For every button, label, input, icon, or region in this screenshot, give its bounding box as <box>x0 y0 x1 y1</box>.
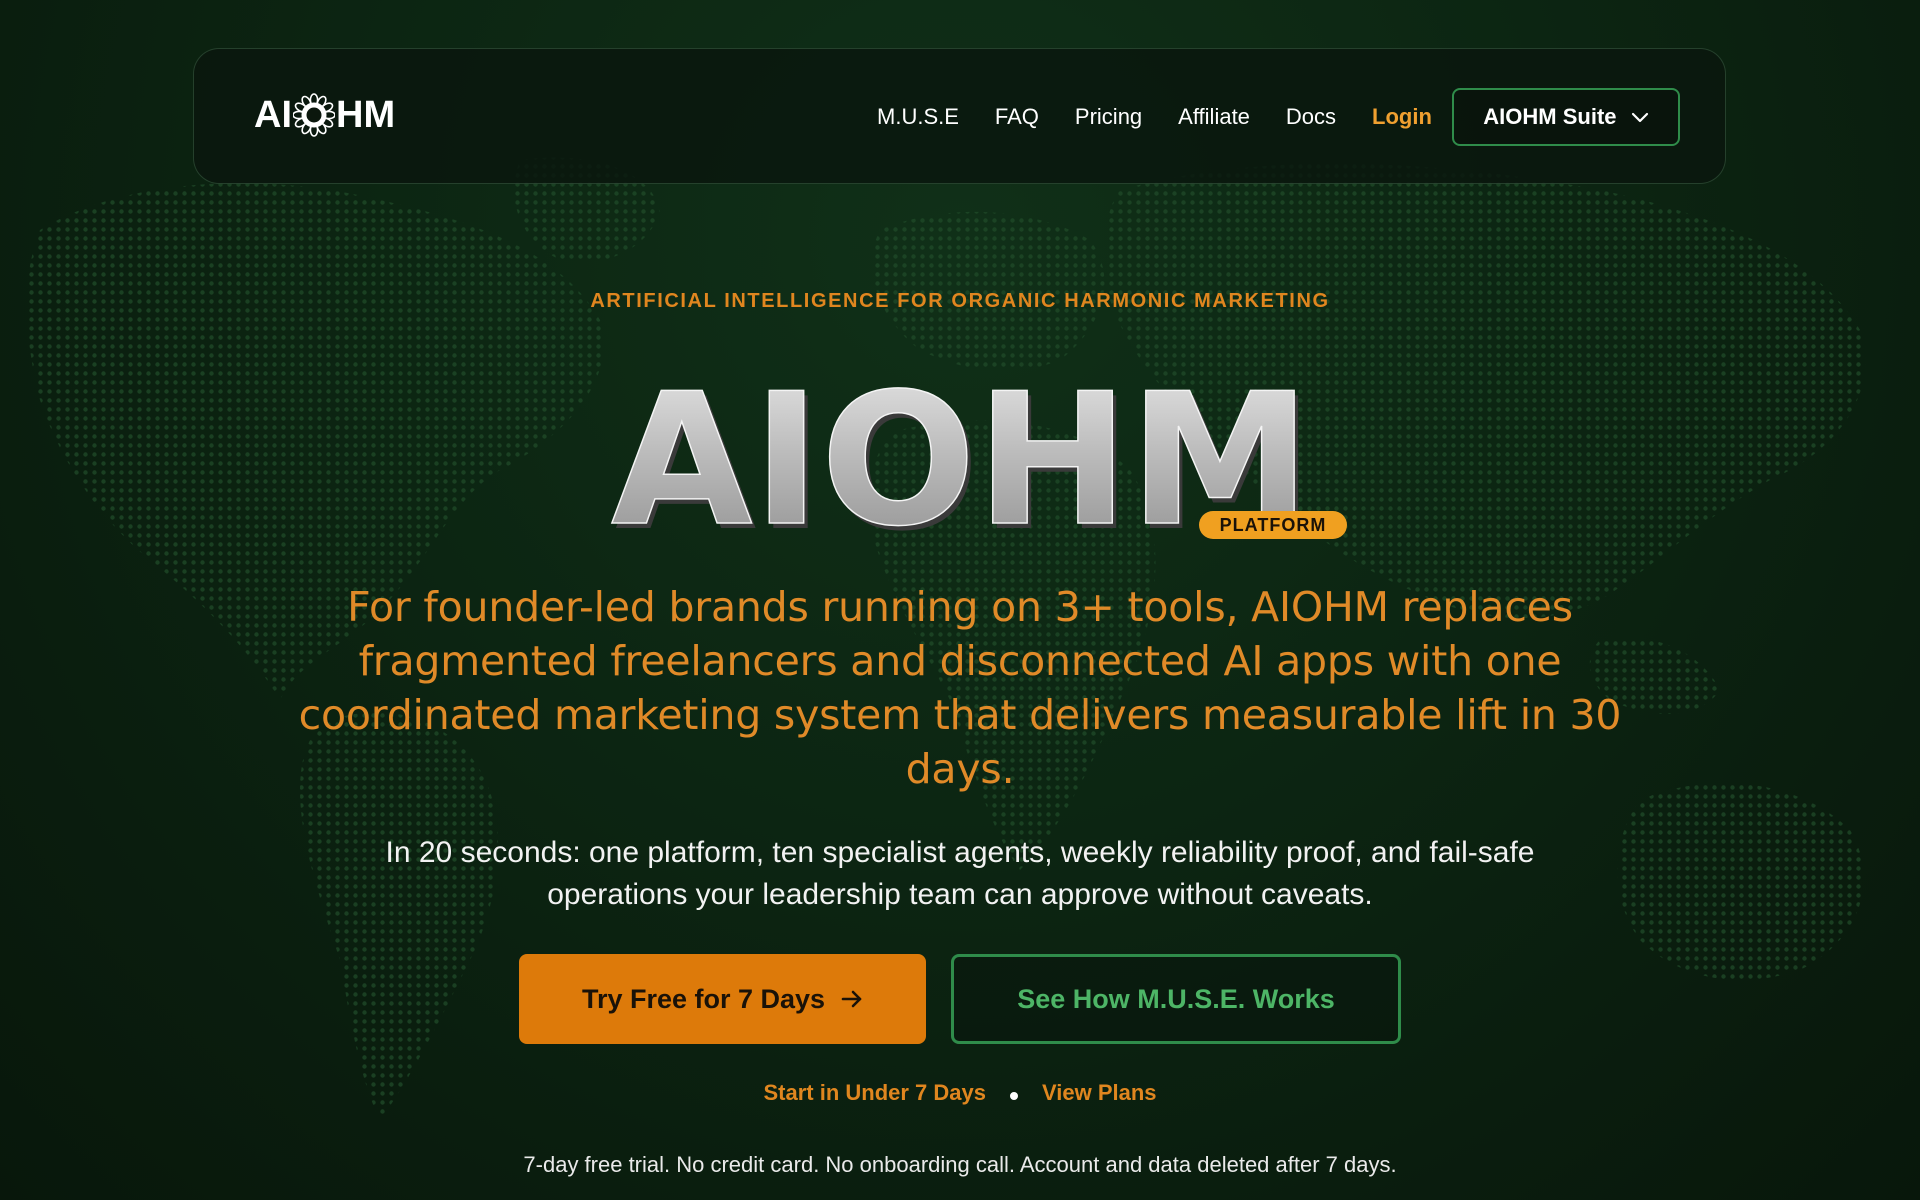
hero-eyebrow: ARTIFICIAL INTELLIGENCE FOR ORGANIC HARM… <box>590 290 1330 312</box>
secondary-links: Start in Under 7 Days View Plans <box>0 1080 1920 1106</box>
arrow-right-icon <box>841 990 862 1008</box>
nav-link-affiliate[interactable]: Affiliate <box>1178 104 1250 130</box>
chevron-down-icon <box>1631 112 1648 123</box>
brand-logo[interactable]: AI HM <box>254 89 395 141</box>
top-navigation: AI HM M.U.S.E FAQ Pricing Affiliate Docs… <box>193 48 1726 184</box>
page: AI HM M.U.S.E FAQ Pricing Affiliate Docs… <box>0 0 1920 1200</box>
login-link[interactable]: Login <box>1372 104 1432 130</box>
suite-dropdown-label: AIOHM Suite <box>1483 104 1617 129</box>
start-under-7-days-link[interactable]: Start in Under 7 Days <box>763 1080 986 1106</box>
try-free-label: Try Free for 7 Days <box>581 983 826 1014</box>
nav-link-faq[interactable]: FAQ <box>995 104 1039 130</box>
separator-dot <box>1009 1092 1018 1100</box>
trial-disclaimer: 7-day free trial. No credit card. No onb… <box>523 1152 1397 1177</box>
hero-headline: For founder-led brands running on 3+ too… <box>298 583 1622 793</box>
see-how-muse-works-button[interactable]: See How M.U.S.E. Works <box>951 954 1401 1044</box>
nav-links: M.U.S.E FAQ Pricing Affiliate Docs Login… <box>877 88 1680 146</box>
logo-text-right: HM <box>336 93 396 136</box>
nav-link-docs[interactable]: Docs <box>1286 104 1336 130</box>
flower-o-icon <box>293 93 335 137</box>
view-plans-link[interactable]: View Plans <box>1042 1080 1157 1106</box>
logo-text-left: AI <box>254 93 292 136</box>
nav-link-pricing[interactable]: Pricing <box>1075 104 1142 130</box>
hero-subheadline: In 20 seconds: one platform, ten special… <box>385 836 1535 911</box>
aiohm-suite-dropdown[interactable]: AIOHM Suite <box>1451 88 1680 146</box>
platform-badge: PLATFORM <box>1199 511 1347 539</box>
try-free-button[interactable]: Try Free for 7 Days <box>519 954 926 1044</box>
nav-link-muse[interactable]: M.U.S.E <box>877 104 959 130</box>
